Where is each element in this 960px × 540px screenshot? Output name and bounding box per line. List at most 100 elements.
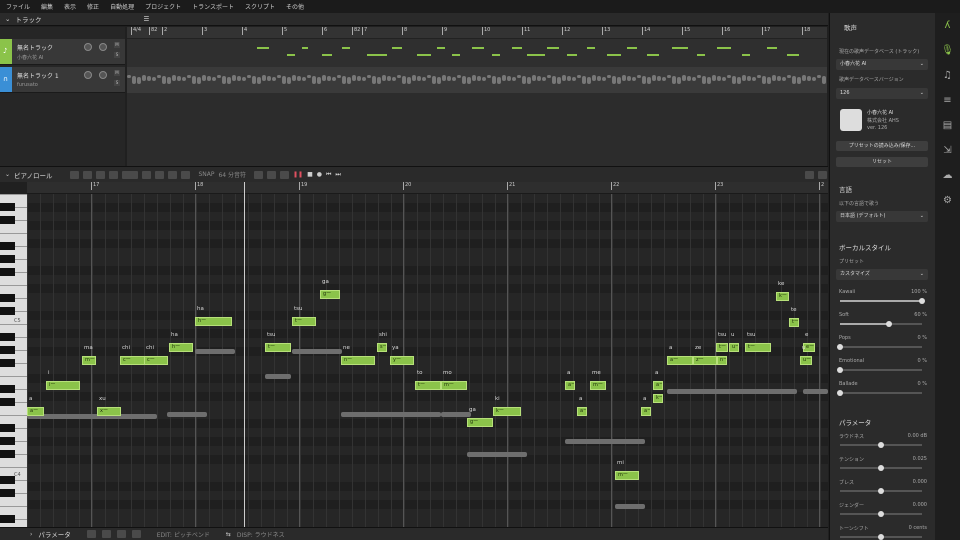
track-row[interactable]: ∩ 無名トラック 1 furusato M S: [0, 67, 125, 93]
param-slider[interactable]: [840, 511, 922, 517]
note[interactable]: hー: [195, 317, 232, 326]
black-key[interactable]: [0, 385, 15, 393]
black-key[interactable]: [0, 424, 15, 432]
slider-knob[interactable]: [878, 511, 884, 517]
note[interactable]: aー: [27, 407, 44, 416]
black-key[interactable]: [0, 216, 15, 224]
black-key[interactable]: [0, 255, 15, 263]
param-slider[interactable]: [840, 534, 922, 540]
note[interactable]: tー: [415, 381, 441, 390]
note[interactable]: kー: [776, 292, 789, 301]
note[interactable]: aー: [577, 407, 587, 416]
black-key[interactable]: [0, 437, 15, 445]
note[interactable]: mー: [615, 471, 639, 480]
black-key[interactable]: [0, 307, 15, 315]
solo-button[interactable]: S: [114, 52, 120, 58]
stop-icon[interactable]: ■: [307, 171, 313, 178]
reset-button[interactable]: リセット: [836, 157, 928, 167]
style-slider[interactable]: [837, 344, 922, 350]
param-slider[interactable]: [840, 442, 922, 448]
track-name[interactable]: 無名トラック 1: [17, 71, 59, 80]
black-key[interactable]: [0, 359, 15, 367]
param-tool-icon[interactable]: [86, 530, 96, 538]
voice-db-select[interactable]: 小春六花 AI ⌄: [836, 59, 928, 70]
note[interactable]: xー: [97, 407, 121, 416]
pan-knob[interactable]: [99, 43, 107, 51]
param-draw-icon[interactable]: [101, 530, 111, 538]
record-icon[interactable]: ●: [317, 171, 322, 178]
rewind-icon[interactable]: ⏮: [326, 171, 331, 179]
keyboard-tool-icon[interactable]: [168, 170, 178, 179]
slider-knob[interactable]: [837, 367, 843, 373]
swap-icon[interactable]: ⇆: [226, 531, 231, 538]
note[interactable]: zー: [693, 356, 717, 365]
note[interactable]: hー: [169, 343, 193, 352]
collapse-chevron-icon[interactable]: ⌄: [5, 15, 10, 23]
note[interactable]: gー: [467, 418, 493, 427]
metronome-icon[interactable]: [280, 170, 290, 179]
wave-tool-icon[interactable]: [155, 170, 165, 179]
param-line-icon[interactable]: [116, 530, 126, 538]
select-tool-icon[interactable]: [70, 170, 80, 179]
gear-icon[interactable]: ⚙: [941, 194, 954, 207]
pianoroll-ruler[interactable]: 17 18 19 20 21 22 23 2: [27, 182, 828, 194]
slider-knob[interactable]: [837, 390, 843, 396]
loop-icon[interactable]: [267, 170, 277, 179]
solo-button[interactable]: S: [114, 80, 120, 86]
param-slider[interactable]: [840, 465, 922, 471]
menu-item-4[interactable]: 自動処理: [110, 2, 134, 11]
note[interactable]: tー: [265, 343, 291, 352]
arrangement-lane-vocal[interactable]: [127, 39, 827, 67]
pan-knob[interactable]: [99, 71, 107, 79]
volume-knob[interactable]: [84, 71, 92, 79]
vibrato-tool-icon[interactable]: [142, 170, 152, 179]
note[interactable]: mー: [441, 381, 467, 390]
menu-item-6[interactable]: トランスポート: [192, 2, 234, 11]
track-row[interactable]: ♪ 無名トラック 小春六花 AI M S: [0, 39, 125, 65]
snap-value[interactable]: 64 分音符: [218, 170, 246, 179]
note[interactable]: aー: [653, 381, 663, 390]
black-key[interactable]: [0, 450, 15, 458]
microphone-icon[interactable]: 🎙: [941, 44, 954, 57]
disp-param-label[interactable]: DISP: ラウドネス: [237, 530, 285, 539]
note[interactable]: cー: [120, 356, 146, 365]
grid-tool-icon[interactable]: [181, 170, 191, 179]
music-note-icon[interactable]: ♫: [941, 69, 954, 82]
black-key[interactable]: [0, 268, 15, 276]
menu-item-0[interactable]: ファイル: [6, 2, 30, 11]
slider-knob[interactable]: [878, 465, 884, 471]
pianoroll-grid[interactable]: a aー i iー ma mー xu xー chi cー chi cー ha hー ha hー tsu tー tsu…: [27, 194, 828, 527]
arrangement-view[interactable]: 4/4 82 2 3 4 5 6 82 7 8 9 10 11 12 13 14 15 16 17 18: [127, 27, 827, 166]
follow-icon[interactable]: [804, 170, 814, 179]
arrangement-lane-audio[interactable]: [127, 67, 827, 93]
settings-small-icon[interactable]: [817, 170, 827, 179]
style-slider[interactable]: [840, 321, 922, 327]
black-key[interactable]: [0, 242, 15, 250]
mute-button[interactable]: M: [114, 70, 120, 76]
note[interactable]: mー: [590, 381, 606, 390]
note[interactable]: uー: [729, 343, 739, 352]
collapse-chevron-icon[interactable]: ⌄: [5, 171, 10, 178]
note[interactable]: nー: [717, 356, 727, 365]
black-key[interactable]: [0, 398, 15, 406]
menu-item-3[interactable]: 修正: [87, 2, 99, 11]
slider-knob[interactable]: [878, 488, 884, 494]
pitch-line-tool-icon[interactable]: [122, 170, 139, 179]
menu-item-7[interactable]: スクリプト: [245, 2, 275, 11]
note[interactable]: iー: [46, 381, 80, 390]
pencil-tool-icon[interactable]: [96, 170, 106, 179]
note[interactable]: sー: [377, 343, 387, 352]
version-select[interactable]: 126 ⌄: [836, 88, 928, 99]
param-slider[interactable]: [840, 488, 922, 494]
note[interactable]: aー: [641, 407, 651, 416]
note[interactable]: aー: [667, 356, 693, 365]
note[interactable]: nー: [341, 356, 375, 365]
playhead[interactable]: [244, 182, 245, 527]
black-key[interactable]: [0, 515, 15, 523]
pause-icon[interactable]: ❚❚: [293, 171, 303, 178]
piano-keyboard[interactable]: C5 C4: [0, 194, 27, 527]
export-icon[interactable]: ⇲: [941, 144, 954, 157]
menu-item-2[interactable]: 表示: [64, 2, 76, 11]
note[interactable]: gー: [320, 290, 340, 299]
play-mode-icon[interactable]: [254, 170, 264, 179]
